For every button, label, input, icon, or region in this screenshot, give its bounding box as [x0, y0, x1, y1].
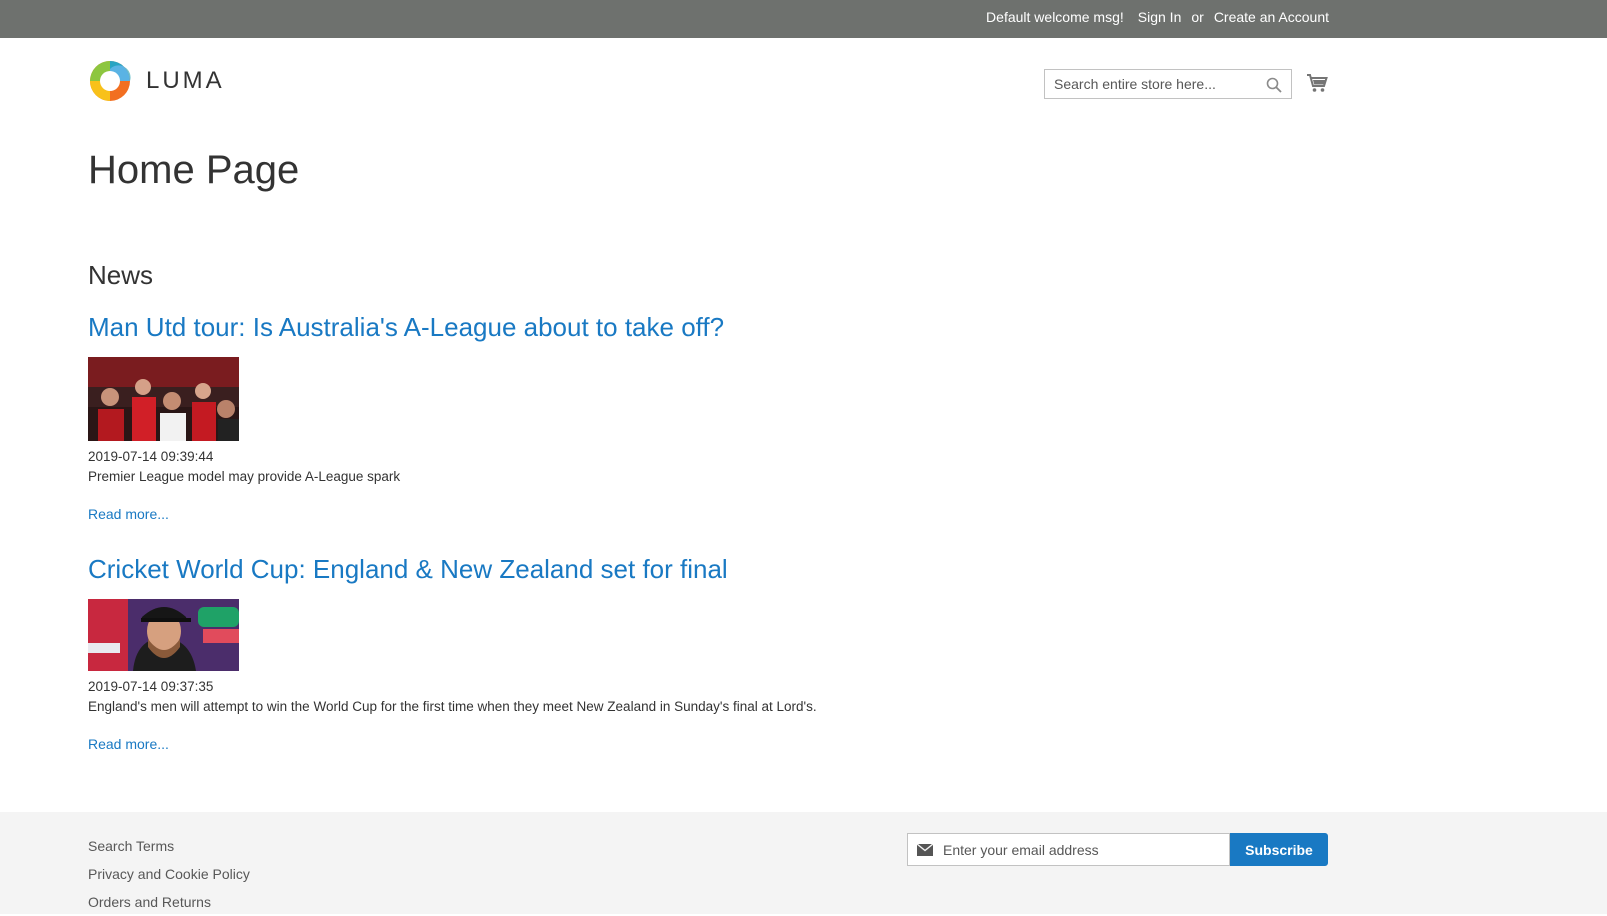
search-input[interactable]	[1045, 70, 1264, 98]
privacy-policy-link[interactable]: Privacy and Cookie Policy	[88, 866, 250, 882]
minicart-button[interactable]	[1306, 72, 1328, 99]
article-excerpt: England's men will attempt to win the Wo…	[88, 699, 817, 714]
news-article: Cricket World Cup: England & New Zealand…	[88, 554, 817, 754]
footer-link-item: Privacy and Cookie Policy	[88, 860, 250, 888]
read-more-link[interactable]: Read more...	[88, 736, 169, 752]
article-title-link[interactable]: Cricket World Cup: England & New Zealand…	[88, 554, 728, 584]
header-links: Default welcome msg! Sign In or Create a…	[986, 9, 1329, 25]
search-box	[1044, 69, 1292, 99]
article-title-link[interactable]: Man Utd tour: Is Australia's A-League ab…	[88, 312, 724, 342]
footer: Search Terms Privacy and Cookie Policy O…	[0, 812, 1607, 914]
top-bar: Default welcome msg! Sign In or Create a…	[0, 0, 1607, 38]
footer-link-item: Search Terms	[88, 832, 250, 860]
footer-link-item: Orders and Returns	[88, 888, 250, 916]
article-thumbnail[interactable]	[88, 599, 239, 671]
article-title: Cricket World Cup: England & New Zealand…	[88, 554, 817, 585]
news-heading: News	[88, 260, 154, 290]
search-button[interactable]	[1266, 77, 1282, 98]
logo-text: LUMA	[146, 67, 225, 94]
search-terms-link[interactable]: Search Terms	[88, 838, 174, 854]
or-text: or	[1191, 9, 1204, 25]
cart-icon	[1307, 74, 1328, 92]
subscribe-button[interactable]: Subscribe	[1230, 833, 1328, 866]
header: LUMA	[0, 38, 1607, 128]
sign-in-link[interactable]: Sign In	[1138, 9, 1182, 25]
search-icon	[1266, 77, 1282, 93]
article-excerpt: Premier League model may provide A-Leagu…	[88, 469, 401, 484]
orders-returns-link[interactable]: Orders and Returns	[88, 894, 211, 910]
newsletter-email-input[interactable]	[933, 834, 1229, 865]
article-thumbnail[interactable]	[88, 357, 239, 441]
luma-logo-icon	[90, 61, 131, 101]
news-article: Man Utd tour: Is Australia's A-League ab…	[88, 312, 724, 524]
read-more-link[interactable]: Read more...	[88, 506, 169, 522]
footer-links: Search Terms Privacy and Cookie Policy O…	[88, 832, 250, 916]
newsletter-form: Subscribe	[907, 833, 1328, 866]
logo-link[interactable]: LUMA	[88, 59, 225, 103]
article-date: 2019-07-14 09:37:35	[88, 679, 214, 694]
newsletter-field	[907, 833, 1230, 866]
envelope-icon	[917, 843, 933, 856]
create-account-link[interactable]: Create an Account	[1214, 9, 1329, 25]
article-date: 2019-07-14 09:39:44	[88, 449, 214, 464]
page-title: Home Page	[88, 148, 300, 192]
article-title: Man Utd tour: Is Australia's A-League ab…	[88, 312, 724, 343]
welcome-message: Default welcome msg!	[986, 9, 1124, 25]
